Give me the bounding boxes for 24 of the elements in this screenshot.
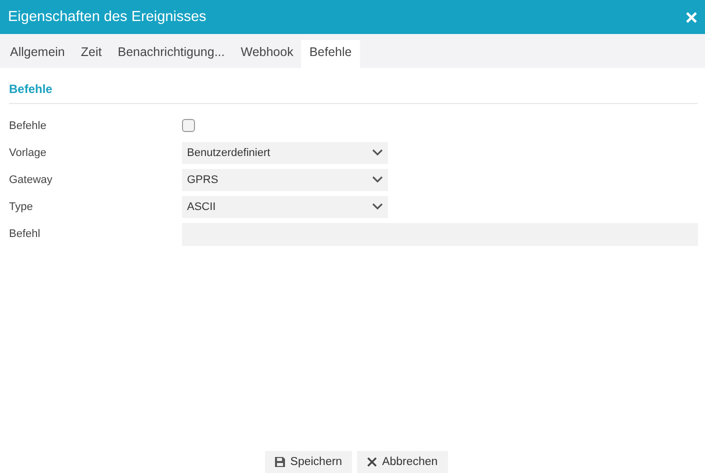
cancel-button[interactable]: Abbrechen — [357, 451, 448, 473]
field-label: Befehl — [9, 228, 42, 240]
checkbox[interactable] — [182, 119, 195, 132]
chevron-down-icon — [372, 203, 383, 210]
tab[interactable]: Webhook — [232, 40, 302, 68]
field-label: Vorlage — [9, 146, 48, 158]
window-title: Eigenschaften des Ereignisses — [8, 9, 206, 25]
field-label: Type — [9, 200, 34, 212]
close-icon — [367, 457, 378, 467]
tab[interactable]: Befehle — [301, 40, 360, 68]
field-label: Gateway — [9, 174, 54, 186]
chevron-down-icon — [372, 149, 383, 156]
floppy-icon — [275, 457, 286, 467]
dropdown[interactable]: GPRS — [182, 168, 388, 190]
tab[interactable]: Allgemein — [2, 40, 73, 68]
tab[interactable]: Benachrichtigung... — [110, 40, 233, 68]
tab[interactable]: Zeit — [72, 40, 110, 68]
dropdown[interactable]: Benutzerdefiniert — [182, 142, 388, 164]
field-label: Befehle — [9, 120, 48, 132]
close-icon[interactable] — [686, 12, 697, 22]
chevron-down-icon — [372, 176, 383, 183]
section-heading: Befehle — [9, 82, 54, 96]
dropdown[interactable]: ASCII — [182, 196, 388, 218]
save-button[interactable]: Speichern — [265, 451, 352, 473]
